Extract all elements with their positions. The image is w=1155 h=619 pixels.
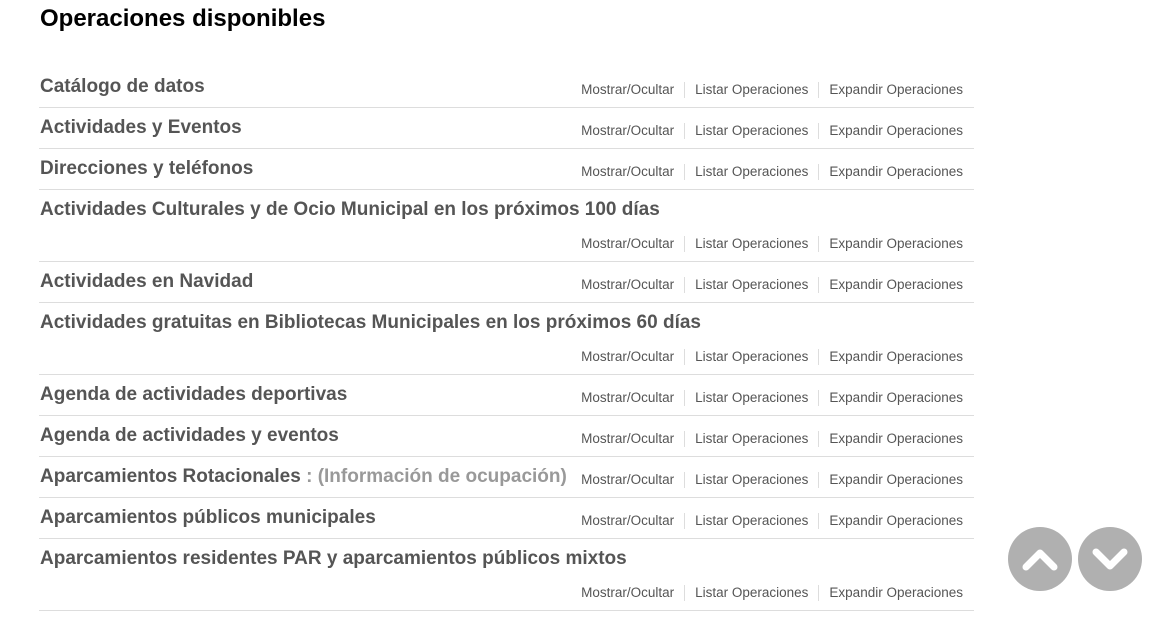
operation-links: Mostrar/Ocultar Listar Operaciones Expan… (571, 585, 974, 601)
operations-list: Catálogo de datos Mostrar/Ocultar Listar… (39, 67, 974, 611)
operation-title[interactable]: Actividades Culturales y de Ocio Municip… (40, 199, 660, 220)
operation-title[interactable]: Actividades en Navidad (40, 271, 253, 292)
operation-row: Actividades gratuitas en Bibliotecas Mun… (39, 303, 974, 375)
operation-row: Catálogo de datos Mostrar/Ocultar Listar… (39, 67, 974, 108)
operation-title[interactable]: Aparcamientos Rotacionales (40, 466, 301, 487)
expand-operations-link[interactable]: Expandir Operaciones (818, 236, 974, 252)
operation-subtitle: : (Información de ocupación) (306, 466, 567, 487)
show-hide-link[interactable]: Mostrar/Ocultar (571, 123, 684, 139)
operation-row: Aparcamientos residentes PAR y aparcamie… (39, 539, 974, 611)
chevron-down-icon (1092, 548, 1128, 570)
show-hide-link[interactable]: Mostrar/Ocultar (571, 585, 684, 601)
chevron-up-icon (1022, 549, 1058, 571)
scroll-up-button[interactable] (1008, 527, 1072, 591)
operation-row: Agenda de actividades y eventos Mostrar/… (39, 416, 974, 457)
operation-title[interactable]: Aparcamientos públicos municipales (40, 507, 376, 528)
operation-links: Mostrar/Ocultar Listar Operaciones Expan… (571, 236, 974, 252)
operation-row: Agenda de actividades deportivas Mostrar… (39, 375, 974, 416)
expand-operations-link[interactable]: Expandir Operaciones (818, 585, 974, 601)
list-operations-link[interactable]: Listar Operaciones (684, 431, 818, 447)
list-operations-link[interactable]: Listar Operaciones (684, 513, 818, 529)
operation-title-link[interactable]: Aparcamientos públicos municipales (40, 507, 376, 529)
expand-operations-link[interactable]: Expandir Operaciones (818, 431, 974, 447)
list-operations-link[interactable]: Listar Operaciones (684, 472, 818, 488)
expand-operations-link[interactable]: Expandir Operaciones (818, 277, 974, 293)
operation-row: Direcciones y teléfonos Mostrar/Ocultar … (39, 149, 974, 190)
operation-links: Mostrar/Ocultar Listar Operaciones Expan… (571, 513, 974, 529)
show-hide-link[interactable]: Mostrar/Ocultar (571, 82, 684, 98)
list-operations-link[interactable]: Listar Operaciones (684, 164, 818, 180)
show-hide-link[interactable]: Mostrar/Ocultar (571, 472, 684, 488)
operation-title[interactable]: Agenda de actividades deportivas (40, 384, 347, 405)
operation-links: Mostrar/Ocultar Listar Operaciones Expan… (571, 277, 974, 293)
show-hide-link[interactable]: Mostrar/Ocultar (571, 390, 684, 406)
operation-title-link[interactable]: Aparcamientos Rotacionales : (Informació… (40, 466, 567, 488)
list-operations-link[interactable]: Listar Operaciones (684, 123, 818, 139)
show-hide-link[interactable]: Mostrar/Ocultar (571, 236, 684, 252)
operation-title-link[interactable]: Agenda de actividades y eventos (40, 425, 339, 447)
operation-title[interactable]: Agenda de actividades y eventos (40, 425, 339, 446)
operation-title-link[interactable]: Agenda de actividades deportivas (40, 384, 347, 406)
operation-title-link[interactable]: Actividades y Eventos (40, 117, 242, 139)
operation-row: Actividades en Navidad Mostrar/Ocultar L… (39, 262, 974, 303)
operation-title-link[interactable]: Actividades gratuitas en Bibliotecas Mun… (40, 312, 701, 334)
expand-operations-link[interactable]: Expandir Operaciones (818, 472, 974, 488)
expand-operations-link[interactable]: Expandir Operaciones (818, 164, 974, 180)
operation-links: Mostrar/Ocultar Listar Operaciones Expan… (571, 390, 974, 406)
show-hide-link[interactable]: Mostrar/Ocultar (571, 164, 684, 180)
operation-links: Mostrar/Ocultar Listar Operaciones Expan… (571, 472, 974, 488)
list-operations-link[interactable]: Listar Operaciones (684, 390, 818, 406)
scroll-down-button[interactable] (1078, 527, 1142, 591)
operation-title[interactable]: Actividades y Eventos (40, 117, 242, 138)
show-hide-link[interactable]: Mostrar/Ocultar (571, 349, 684, 365)
operation-links: Mostrar/Ocultar Listar Operaciones Expan… (571, 349, 974, 365)
show-hide-link[interactable]: Mostrar/Ocultar (571, 277, 684, 293)
operation-links: Mostrar/Ocultar Listar Operaciones Expan… (571, 123, 974, 139)
list-operations-link[interactable]: Listar Operaciones (684, 236, 818, 252)
page-title: Operaciones disponibles (40, 5, 326, 32)
expand-operations-link[interactable]: Expandir Operaciones (818, 390, 974, 406)
operation-links: Mostrar/Ocultar Listar Operaciones Expan… (571, 82, 974, 98)
operation-row: Actividades y Eventos Mostrar/Ocultar Li… (39, 108, 974, 149)
expand-operations-link[interactable]: Expandir Operaciones (818, 123, 974, 139)
show-hide-link[interactable]: Mostrar/Ocultar (571, 431, 684, 447)
operation-title-link[interactable]: Aparcamientos residentes PAR y aparcamie… (40, 548, 627, 570)
list-operations-link[interactable]: Listar Operaciones (684, 349, 818, 365)
operation-title[interactable]: Direcciones y teléfonos (40, 158, 253, 179)
operation-title[interactable]: Aparcamientos residentes PAR y aparcamie… (40, 548, 627, 569)
list-operations-link[interactable]: Listar Operaciones (684, 82, 818, 98)
operation-title-link[interactable]: Actividades en Navidad (40, 271, 253, 293)
operation-row: Aparcamientos públicos municipales Mostr… (39, 498, 974, 539)
show-hide-link[interactable]: Mostrar/Ocultar (571, 513, 684, 529)
operation-links: Mostrar/Ocultar Listar Operaciones Expan… (571, 164, 974, 180)
expand-operations-link[interactable]: Expandir Operaciones (818, 349, 974, 365)
expand-operations-link[interactable]: Expandir Operaciones (818, 82, 974, 98)
operation-title[interactable]: Catálogo de datos (40, 76, 205, 97)
operation-row: Actividades Culturales y de Ocio Municip… (39, 190, 974, 262)
list-operations-link[interactable]: Listar Operaciones (684, 277, 818, 293)
operation-title-link[interactable]: Catálogo de datos (40, 76, 205, 98)
expand-operations-link[interactable]: Expandir Operaciones (818, 513, 974, 529)
operation-title-link[interactable]: Actividades Culturales y de Ocio Municip… (40, 199, 660, 221)
operation-title[interactable]: Actividades gratuitas en Bibliotecas Mun… (40, 312, 701, 333)
operation-links: Mostrar/Ocultar Listar Operaciones Expan… (571, 431, 974, 447)
operation-title-link[interactable]: Direcciones y teléfonos (40, 158, 253, 180)
list-operations-link[interactable]: Listar Operaciones (684, 585, 818, 601)
operation-row: Aparcamientos Rotacionales : (Informació… (39, 457, 974, 498)
